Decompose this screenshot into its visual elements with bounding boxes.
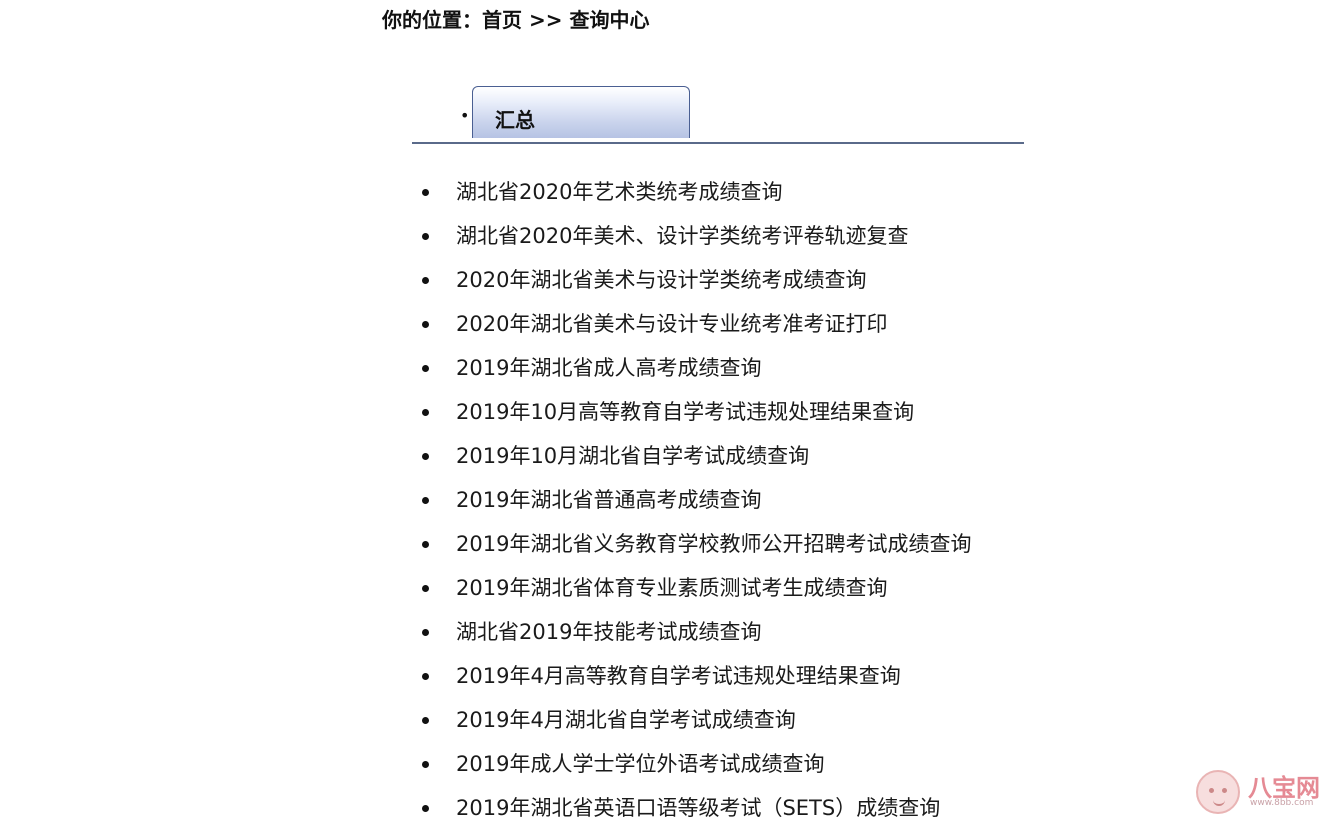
result-link[interactable]: 2019年4月高等教育自学考试违规处理结果查询 [456, 664, 901, 688]
bullet-icon [422, 453, 429, 460]
breadcrumb: 你的位置：首页 >> 查询中心 [382, 4, 649, 33]
breadcrumb-current: 查询中心 [569, 8, 650, 32]
result-link[interactable]: 2019年湖北省英语口语等级考试（SETS）成绩查询 [456, 796, 940, 820]
watermark-url: www.8bb.com [1250, 798, 1314, 808]
tab-summary-label: 汇总 [495, 108, 535, 132]
watermark: 八宝网 www.8bb.com [1196, 768, 1330, 818]
tab-bullet: • [460, 106, 470, 125]
bullet-icon [422, 805, 429, 812]
list-item[interactable]: 2019年10月高等教育自学考试违规处理结果查询 [416, 390, 971, 434]
bullet-icon [422, 233, 429, 240]
results-list: 湖北省2020年艺术类统考成绩查询 湖北省2020年美术、设计学类统考评卷轨迹复… [416, 170, 971, 830]
bullet-icon [422, 761, 429, 768]
bullet-icon [422, 541, 429, 548]
breadcrumb-separator: >> [522, 8, 570, 32]
bullet-icon [422, 717, 429, 724]
result-link[interactable]: 2019年湖北省普通高考成绩查询 [456, 488, 761, 512]
list-item[interactable]: 2019年湖北省普通高考成绩查询 [416, 478, 971, 522]
bullet-icon [422, 189, 429, 196]
breadcrumb-prefix: 你的位置： [382, 8, 482, 32]
result-link[interactable]: 2019年湖北省体育专业素质测试考生成绩查询 [456, 576, 887, 600]
list-item[interactable]: 2019年4月高等教育自学考试违规处理结果查询 [416, 654, 971, 698]
result-link[interactable]: 2019年湖北省成人高考成绩查询 [456, 356, 761, 380]
bullet-icon [422, 409, 429, 416]
bullet-icon [422, 497, 429, 504]
result-link[interactable]: 2020年湖北省美术与设计专业统考准考证打印 [456, 312, 887, 336]
tab-bar: • 汇总 [412, 84, 1024, 144]
result-link[interactable]: 湖北省2020年艺术类统考成绩查询 [456, 180, 782, 204]
bullet-icon [422, 277, 429, 284]
list-item[interactable]: 2019年10月湖北省自学考试成绩查询 [416, 434, 971, 478]
list-item[interactable]: 2019年湖北省体育专业素质测试考生成绩查询 [416, 566, 971, 610]
result-link[interactable]: 湖北省2020年美术、设计学类统考评卷轨迹复查 [456, 224, 908, 248]
result-link[interactable]: 2020年湖北省美术与设计学类统考成绩查询 [456, 268, 866, 292]
list-item[interactable]: 2019年成人学士学位外语考试成绩查询 [416, 742, 971, 786]
result-link[interactable]: 2019年成人学士学位外语考试成绩查询 [456, 752, 824, 776]
bullet-icon [422, 321, 429, 328]
bullet-icon [422, 673, 429, 680]
result-link[interactable]: 2019年湖北省义务教育学校教师公开招聘考试成绩查询 [456, 532, 971, 556]
bullet-icon [422, 365, 429, 372]
result-link[interactable]: 2019年10月高等教育自学考试违规处理结果查询 [456, 400, 914, 424]
list-item[interactable]: 湖北省2019年技能考试成绩查询 [416, 610, 971, 654]
list-item[interactable]: 2019年湖北省英语口语等级考试（SETS）成绩查询 [416, 786, 971, 830]
result-link[interactable]: 2019年10月湖北省自学考试成绩查询 [456, 444, 809, 468]
list-item[interactable]: 2019年4月湖北省自学考试成绩查询 [416, 698, 971, 742]
list-item[interactable]: 2019年湖北省成人高考成绩查询 [416, 346, 971, 390]
breadcrumb-home-link[interactable]: 首页 [482, 8, 522, 32]
result-link[interactable]: 2019年4月湖北省自学考试成绩查询 [456, 708, 796, 732]
list-item[interactable]: 2019年湖北省义务教育学校教师公开招聘考试成绩查询 [416, 522, 971, 566]
bullet-icon [422, 585, 429, 592]
list-item[interactable]: 湖北省2020年艺术类统考成绩查询 [416, 170, 971, 214]
face-logo-icon [1196, 770, 1240, 814]
list-item[interactable]: 湖北省2020年美术、设计学类统考评卷轨迹复查 [416, 214, 971, 258]
list-item[interactable]: 2020年湖北省美术与设计专业统考准考证打印 [416, 302, 971, 346]
list-item[interactable]: 2020年湖北省美术与设计学类统考成绩查询 [416, 258, 971, 302]
bullet-icon [422, 629, 429, 636]
tab-summary[interactable]: 汇总 [472, 86, 690, 138]
result-link[interactable]: 湖北省2019年技能考试成绩查询 [456, 620, 761, 644]
